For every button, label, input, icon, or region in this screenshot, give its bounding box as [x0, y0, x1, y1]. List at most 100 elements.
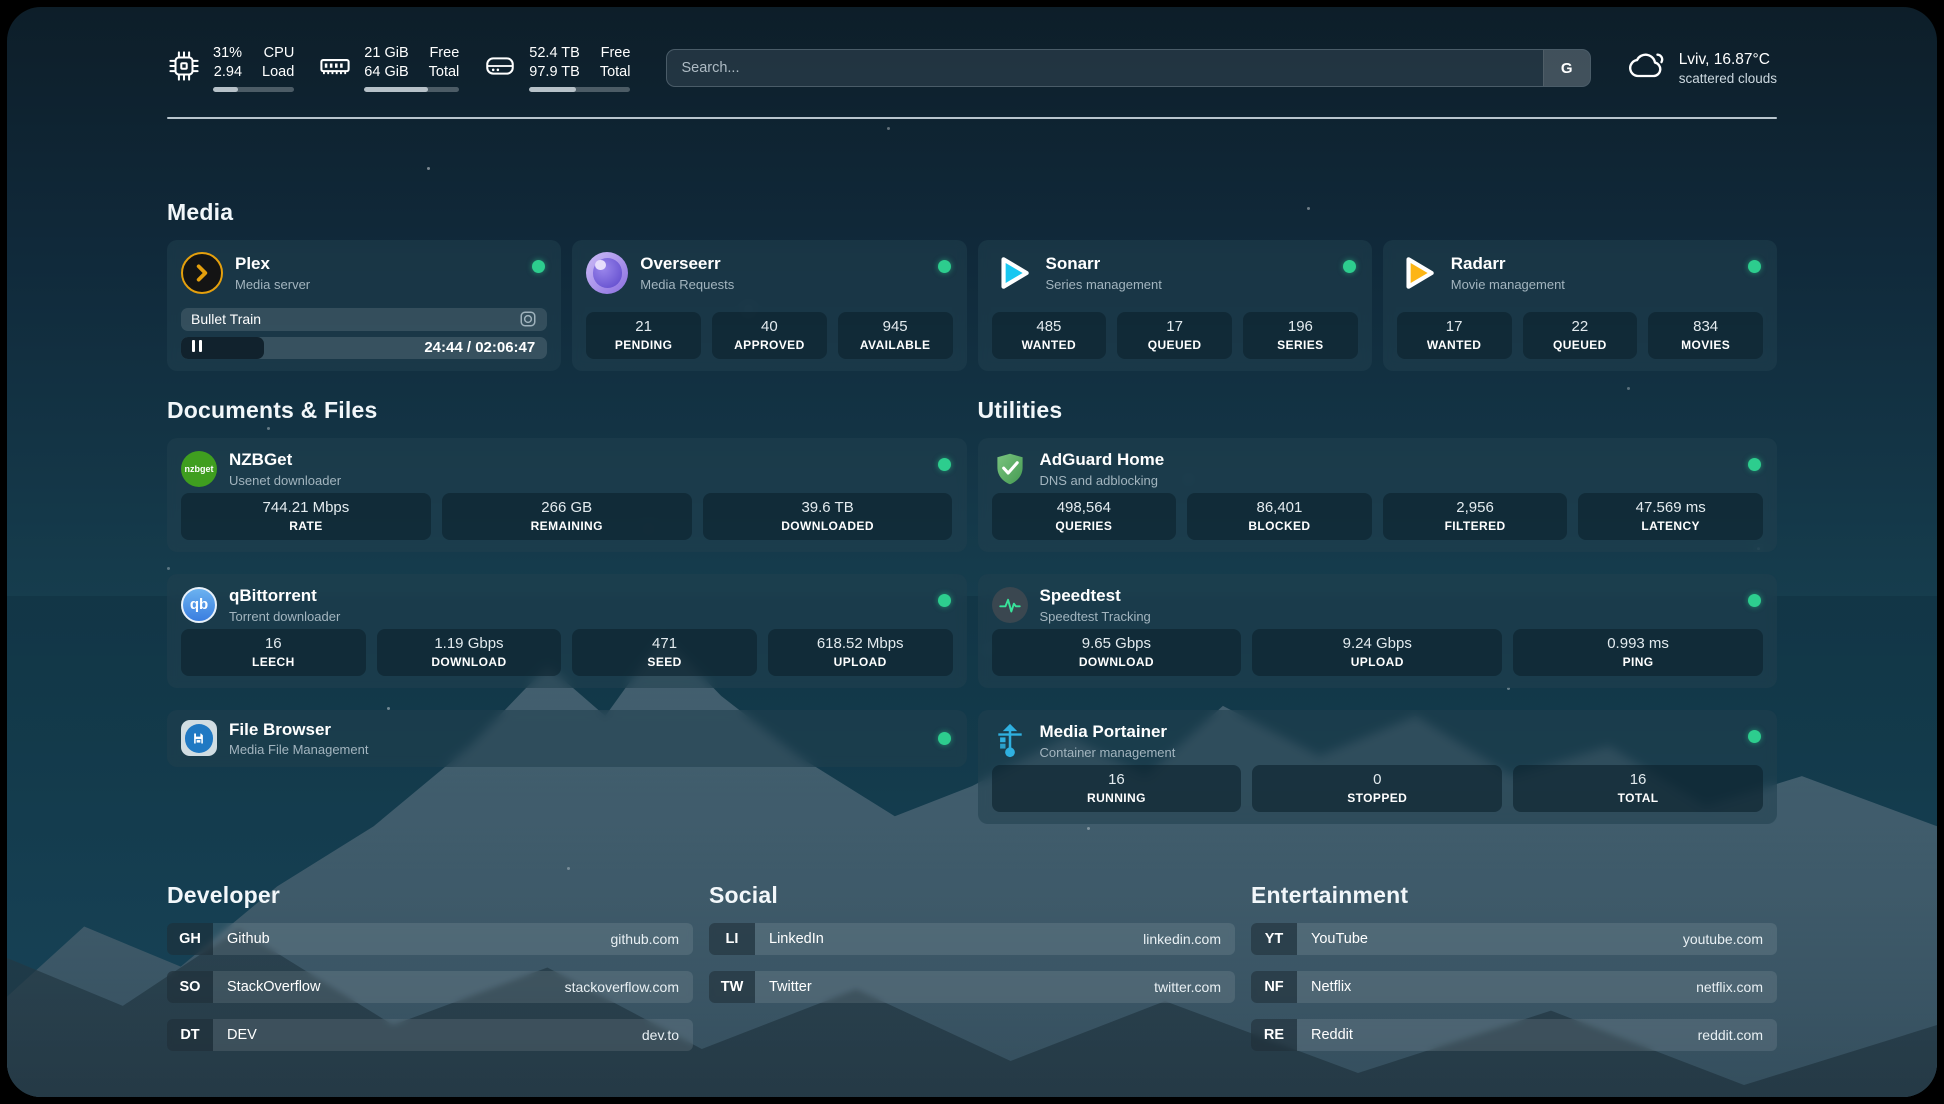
stat-tile-value: 9.24 Gbps	[1256, 635, 1498, 652]
stat-tile-value: 266 GB	[446, 499, 688, 516]
bookmark-link-youtube[interactable]: YTYouTubeyoutube.com	[1251, 923, 1777, 955]
status-indicator	[938, 458, 951, 471]
bookmark-domain: github.com	[611, 931, 693, 947]
stat-label: Total	[600, 63, 631, 82]
app-description: Media File Management	[229, 742, 368, 757]
stat-tile-label: WANTED	[996, 338, 1103, 352]
video-icon[interactable]	[519, 310, 537, 328]
app-name: AdGuard Home	[1040, 450, 1165, 470]
weather-condition: scattered clouds	[1679, 71, 1777, 86]
section-title-utilities: Utilities	[978, 397, 1778, 424]
stat-tile-label: UPLOAD	[1256, 655, 1498, 669]
bookmark-abbr: GH	[167, 923, 213, 955]
stat-tile-value: 618.52 Mbps	[772, 635, 949, 652]
bookmark-link-netflix[interactable]: NFNetflixnetflix.com	[1251, 971, 1777, 1003]
portainer-icon	[992, 723, 1028, 759]
stat-progress-bar	[529, 87, 630, 92]
bookmark-link-stackoverflow[interactable]: SOStackOverflowstackoverflow.com	[167, 971, 693, 1003]
status-indicator	[938, 260, 951, 273]
stat-tile-label: DOWNLOADED	[707, 519, 949, 533]
stat-label-column: FreeTotal	[429, 44, 460, 82]
bookmark-abbr: RE	[1251, 1019, 1297, 1051]
stat-value: 64 GiB	[364, 63, 408, 82]
status-indicator	[938, 732, 951, 745]
bookmark-name: Netflix	[1297, 979, 1696, 995]
app-name: File Browser	[229, 720, 368, 740]
plex-card[interactable]: PlexMedia serverBullet Train24:44 / 02:0…	[167, 240, 561, 371]
stat-tile-label: RATE	[185, 519, 427, 533]
nzbget-icon: nzbget	[181, 451, 217, 487]
status-indicator	[1343, 260, 1356, 273]
stat-tile-queued: 17 QUEUED	[1117, 312, 1232, 359]
weather-widget: Lviv, 16.87°C scattered clouds	[1627, 49, 1777, 88]
bookmark-link-reddit[interactable]: RERedditreddit.com	[1251, 1019, 1777, 1051]
stat-tile-value: 17	[1121, 318, 1228, 335]
stat-value: 52.4 TB	[529, 44, 580, 63]
stat-tile-seed: 471SEED	[572, 629, 757, 676]
stat-tile-filtered: 2,956FILTERED	[1383, 493, 1568, 540]
stat-tile-label: UPLOAD	[772, 655, 949, 669]
search-input[interactable]	[667, 50, 1542, 86]
search-bar[interactable]: G	[666, 49, 1590, 87]
bookmark-abbr: NF	[1251, 971, 1297, 1003]
bookmark-link-twitter[interactable]: TWTwittertwitter.com	[709, 971, 1235, 1003]
qbittorrent-card[interactable]: qbqBittorrentTorrent downloader16LEECH1.…	[167, 574, 967, 688]
filebrowser-card[interactable]: File Browser Media File Management	[167, 710, 967, 767]
app-description: Speedtest Tracking	[1040, 609, 1151, 624]
stat-label-column: CPULoad	[262, 44, 294, 82]
stat-tile-queued: 22QUEUED	[1523, 312, 1638, 359]
app-name: Radarr	[1451, 254, 1565, 274]
stat-tile-series: 196SERIES	[1243, 312, 1358, 359]
nzbget-card[interactable]: nzbgetNZBGetUsenet downloader744.21 Mbps…	[167, 438, 967, 552]
stat-value-column: 52.4 TB97.9 TB	[529, 44, 580, 82]
stat-tile-label: SERIES	[1247, 338, 1354, 352]
app-card-header: nzbgetNZBGetUsenet downloader	[181, 450, 953, 488]
stat-tile-label: QUEUED	[1121, 338, 1228, 352]
stat-tile-label: APPROVED	[716, 338, 823, 352]
stat-tiles: 9.65 GbpsDOWNLOAD9.24 GbpsUPLOAD0.993 ms…	[992, 629, 1764, 676]
system-stat-disk: 52.4 TB97.9 TBFreeTotal	[483, 44, 630, 92]
overseerr-card[interactable]: OverseerrMedia Requests21PENDING40APPROV…	[572, 240, 966, 371]
top-bar: 31%2.94 CPULoad 21 GiB64 GiB FreeTotal 52.4 …	[167, 41, 1777, 95]
app-card-header: SpeedtestSpeedtest Tracking	[992, 586, 1764, 624]
adguard-card[interactable]: AdGuard HomeDNS and adblocking498,564QUE…	[978, 438, 1778, 552]
stat-tile-label: LEECH	[185, 655, 362, 669]
stat-tile-value: 86,401	[1191, 499, 1368, 516]
bookmark-link-linkedin[interactable]: LILinkedInlinkedin.com	[709, 923, 1235, 955]
portainer-card[interactable]: Media PortainerContainer management16RUN…	[978, 710, 1778, 824]
app-description: Torrent downloader	[229, 609, 340, 624]
disk-icon	[483, 49, 517, 88]
now-playing-row: Bullet Train	[181, 308, 547, 331]
bookmark-name: StackOverflow	[213, 979, 565, 995]
search-engine-button[interactable]: G	[1543, 50, 1590, 86]
status-indicator	[1748, 730, 1761, 743]
bookmark-name: LinkedIn	[755, 931, 1143, 947]
stat-tile-label: PING	[1517, 655, 1759, 669]
stat-tiles: 485WANTED17QUEUED196SERIES	[992, 312, 1358, 359]
bookmark-domain: netflix.com	[1696, 979, 1777, 995]
stat-tile-value: 834	[1652, 318, 1759, 335]
bookmark-domain: dev.to	[642, 1027, 693, 1043]
app-name: Media Portainer	[1040, 722, 1176, 742]
stat-tile-label: QUERIES	[996, 519, 1173, 533]
stat-label: Total	[429, 63, 460, 82]
speedtest-card[interactable]: SpeedtestSpeedtest Tracking9.65 GbpsDOWN…	[978, 574, 1778, 688]
stat-tile-value: 22	[1527, 318, 1634, 335]
stat-tile-value: 16	[1517, 771, 1759, 788]
stat-tile-value: 40	[716, 318, 823, 335]
bookmark-link-dev[interactable]: DTDEVdev.to	[167, 1019, 693, 1051]
bookmark-link-github[interactable]: GHGithubgithub.com	[167, 923, 693, 955]
radarr-card[interactable]: RadarrMovie management17WANTED22QUEUED83…	[1383, 240, 1777, 371]
stat-value-column: 21 GiB64 GiB	[364, 44, 408, 82]
sonarr-card[interactable]: SonarrSeries management485WANTED17QUEUED…	[978, 240, 1372, 371]
stat-tile-label: RUNNING	[996, 791, 1238, 805]
playback-progress-bar: 24:44 / 02:06:47	[181, 337, 547, 360]
bookmark-name: DEV	[213, 1027, 642, 1043]
stat-tile-value: 21	[590, 318, 697, 335]
section-title-entertainment: Entertainment	[1251, 882, 1777, 909]
stat-body: 21 GiB64 GiB FreeTotal	[364, 44, 459, 92]
stat-value-column: 31%2.94	[213, 44, 242, 82]
app-description: Media Requests	[640, 277, 734, 292]
overseerr-icon	[586, 252, 628, 294]
stat-tile-label: FILTERED	[1387, 519, 1564, 533]
